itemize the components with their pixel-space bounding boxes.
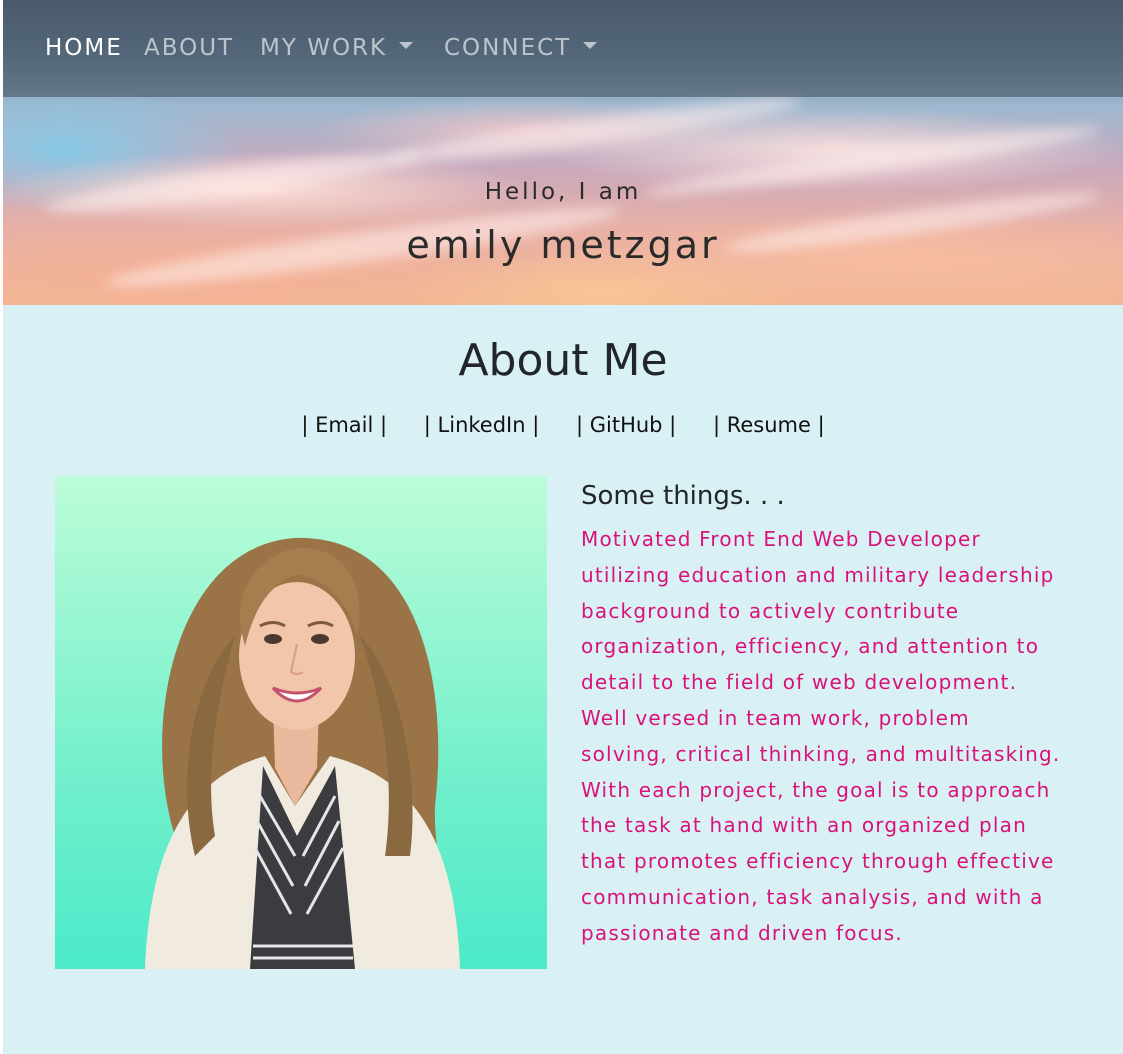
nav-connect-label: CONNECT: [444, 35, 572, 61]
linkedin-link[interactable]: | LinkedIn |: [424, 413, 540, 437]
some-things-heading: Some things. . .: [581, 481, 785, 511]
caret-down-icon: [583, 42, 598, 49]
bio-paragraph: Motivated Front End Web Developer utiliz…: [581, 527, 1061, 945]
nav-connect-dropdown[interactable]: CONNECT: [444, 34, 598, 62]
hero-name: emily metzgar: [406, 223, 720, 267]
page: HOME ABOUT MY WORK CONNECT Hello, I am e…: [3, 0, 1123, 1054]
nav-my-work-dropdown[interactable]: MY WORK: [260, 34, 414, 62]
nav-home-link[interactable]: HOME: [45, 34, 123, 62]
contact-links: | Email | | LinkedIn | | GitHub | | Resu…: [3, 410, 1123, 440]
email-link[interactable]: | Email |: [301, 413, 387, 437]
github-link[interactable]: | GitHub |: [576, 413, 676, 437]
profile-photo: [55, 476, 547, 969]
nav-my-work-label: MY WORK: [260, 35, 388, 61]
caret-down-icon: [399, 42, 414, 49]
portrait-illustration: [145, 537, 460, 969]
navbar: HOME ABOUT MY WORK CONNECT: [3, 0, 1123, 97]
hero-greeting: Hello, I am: [484, 179, 642, 205]
nav-about-link[interactable]: ABOUT: [144, 34, 234, 62]
resume-link[interactable]: | Resume |: [713, 413, 825, 437]
about-title: About Me: [458, 335, 668, 386]
hero-banner: HOME ABOUT MY WORK CONNECT Hello, I am e…: [3, 0, 1123, 305]
